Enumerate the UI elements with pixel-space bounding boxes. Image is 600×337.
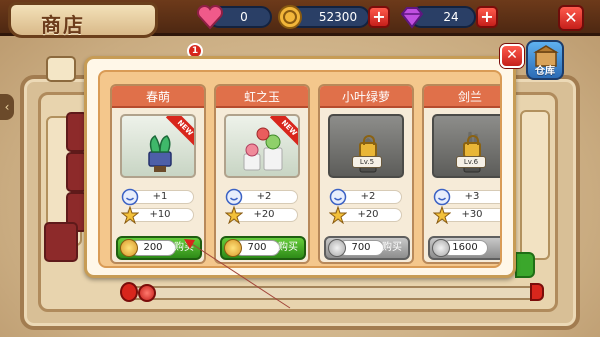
pointer-arrow-icon xyxy=(184,239,195,249)
tutorial-pointer-line xyxy=(184,239,291,309)
